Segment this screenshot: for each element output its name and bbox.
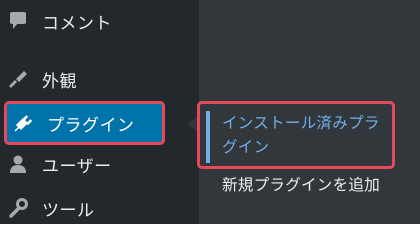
sidebar-item-tools[interactable]: ツール [0, 190, 199, 226]
sidebar-item-comments[interactable]: コメント [0, 3, 199, 39]
sidebar-item-label: ユーザー [42, 156, 112, 177]
plugin-icon [13, 113, 33, 133]
sidebar-item-label: コメント [42, 13, 112, 34]
user-icon [8, 154, 28, 174]
submenu-item-add-new-plugin[interactable]: 新規プラグインを追加 [222, 173, 380, 195]
comment-icon [8, 11, 28, 31]
submenu-item-label: インストール済みプラグイン [222, 114, 380, 156]
sidebar-item-label: ツール [42, 200, 95, 221]
sidebar-item-plugins[interactable]: プラグイン [4, 101, 165, 145]
submenu-item-label: 新規プラグインを追加 [222, 176, 381, 194]
wrench-icon [8, 198, 28, 218]
paintbrush-icon [8, 69, 28, 89]
submenu-item-installed-plugins[interactable]: インストール済みプラグイン [206, 111, 391, 163]
admin-sidebar: コメント 外観 プラグイン ユーザー ツール [0, 0, 199, 224]
sidebar-item-appearance[interactable]: 外観 [0, 61, 199, 97]
sidebar-item-label: プラグイン [47, 115, 135, 136]
sidebar-item-users[interactable]: ユーザー [0, 146, 199, 182]
sidebar-item-label: 外観 [42, 71, 77, 92]
